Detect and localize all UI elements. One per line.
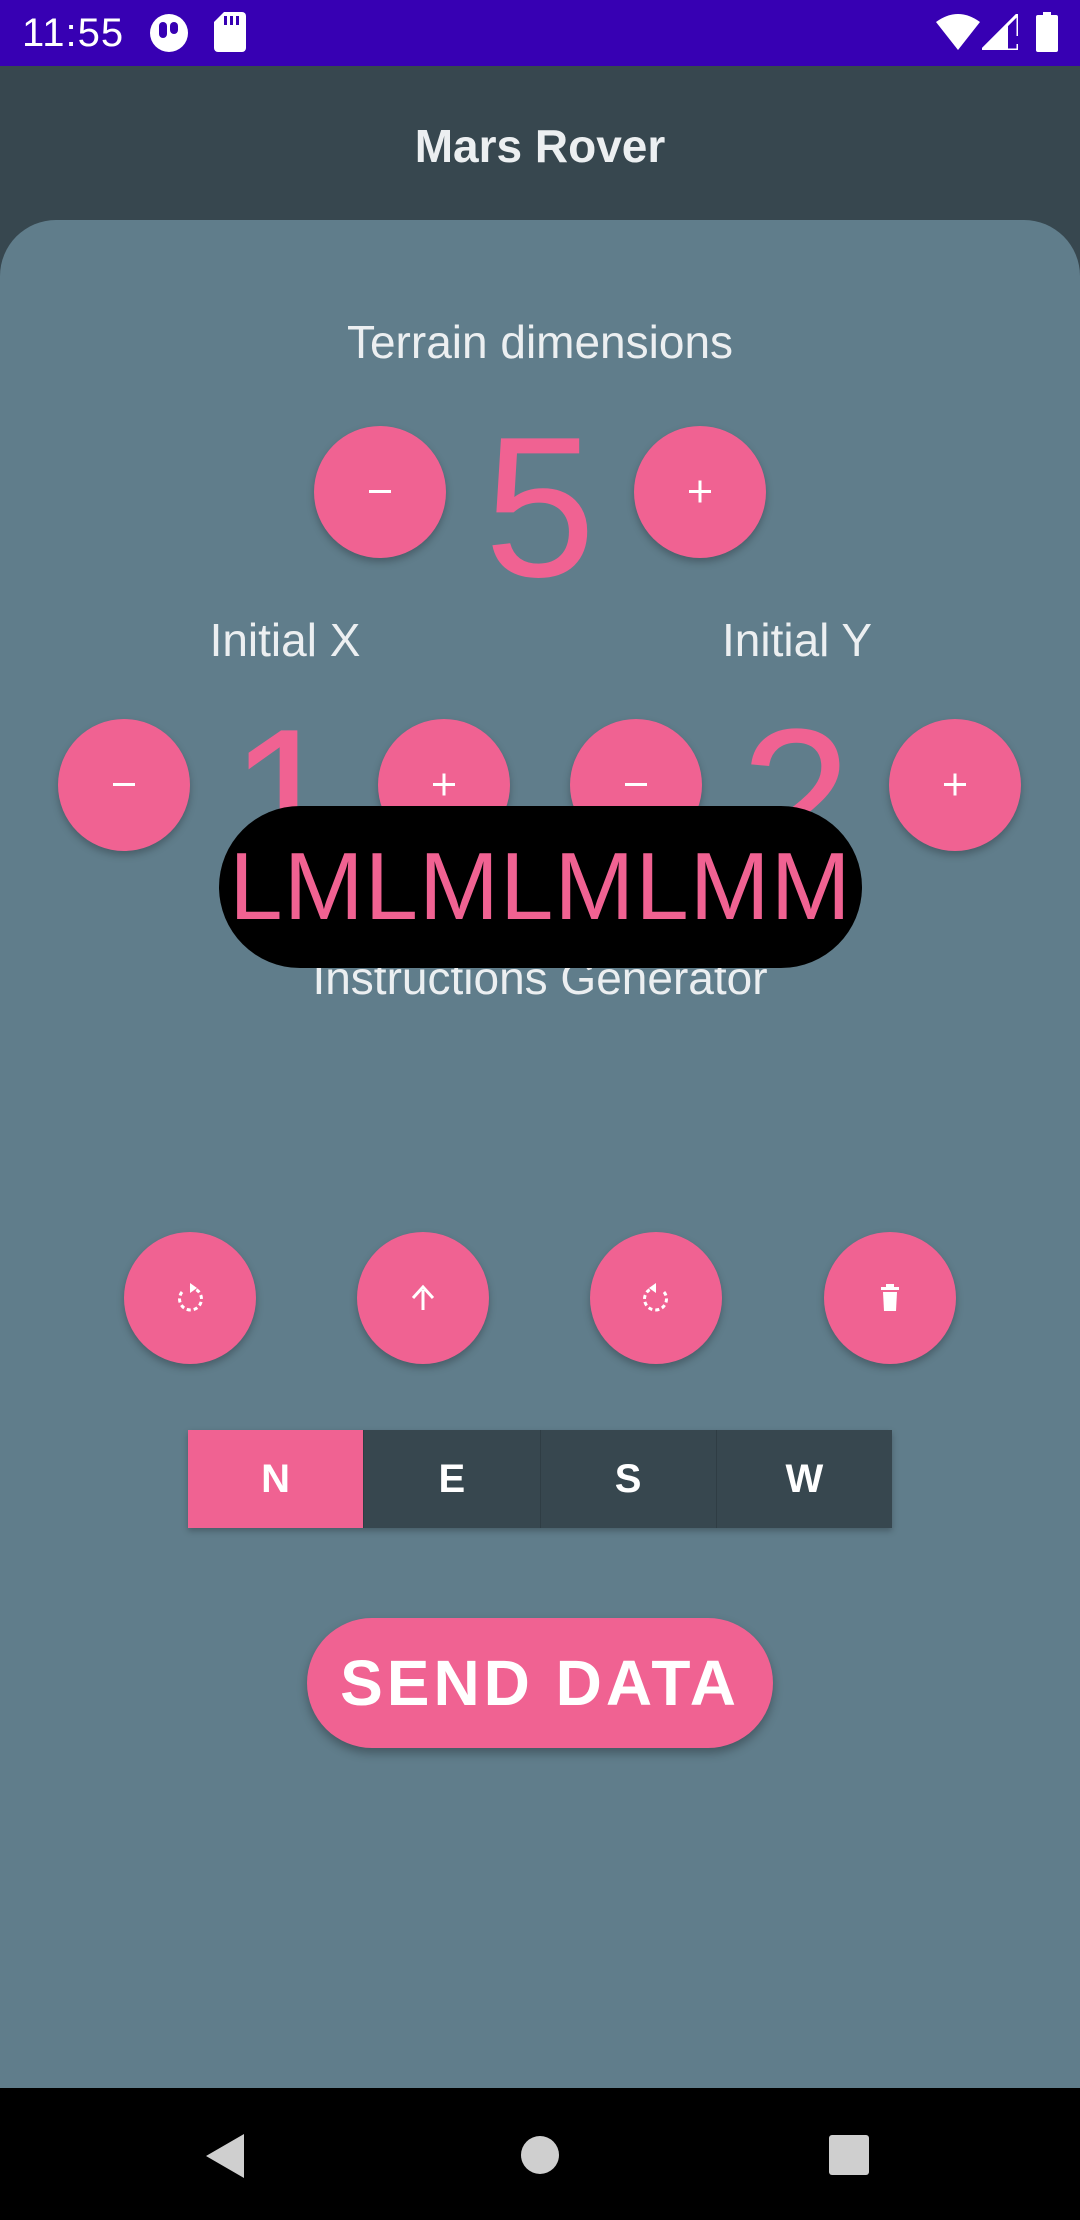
terrain-decrement-button[interactable] [314,426,446,558]
status-bar: 11:55 [0,0,1080,66]
rotate-right-icon [643,1283,668,1312]
plus-icon [944,773,966,796]
rotate-left-icon [178,1283,203,1312]
rotate-right-button[interactable] [590,1232,722,1364]
terrain-dimensions-value: 5 [484,396,596,619]
initial-y-label: Initial Y [721,614,873,666]
rotate-left-button[interactable] [124,1232,256,1364]
app-bar: Mars Rover [0,66,1080,220]
direction-w-button[interactable]: W [716,1430,892,1528]
initial-x-label: Initial X [209,614,361,666]
data-saver-icon [148,12,190,59]
direction-n-button[interactable]: N [188,1430,365,1528]
terrain-dimensions-label: Terrain dimensions [346,316,734,368]
minus-icon [625,783,647,786]
instructions-text: LMLMLMLMM [229,833,852,940]
trash-icon [881,1284,899,1311]
minus-icon [113,783,135,786]
initial-x-decrement-button[interactable] [58,719,190,851]
instructions-display: LMLMLMLMM [219,806,862,968]
navigation-bar [0,2088,1080,2220]
send-data-button[interactable]: SEND DATA [307,1618,773,1748]
minus-icon [369,490,391,493]
plus-icon [433,773,455,796]
back-icon[interactable] [204,2132,248,2185]
delete-instructions-button[interactable] [824,1232,956,1364]
wifi-icon [936,14,980,55]
terrain-increment-button[interactable] [634,426,766,558]
battery-icon [1036,12,1058,57]
direction-s-button[interactable]: S [540,1430,717,1528]
home-icon[interactable] [520,2135,560,2180]
recents-icon[interactable] [829,2135,869,2180]
plus-icon [689,480,711,503]
direction-e-button[interactable]: E [364,1430,541,1528]
signal-icon [978,10,1020,55]
sd-card-icon [214,12,246,57]
status-time: 11:55 [22,11,125,55]
direction-toggle-group: N E S W [188,1430,892,1528]
move-forward-button[interactable] [357,1232,489,1364]
app-title: Mars Rover [414,120,666,172]
initial-y-increment-button[interactable] [889,719,1021,851]
arrow-up-icon [411,1284,435,1310]
